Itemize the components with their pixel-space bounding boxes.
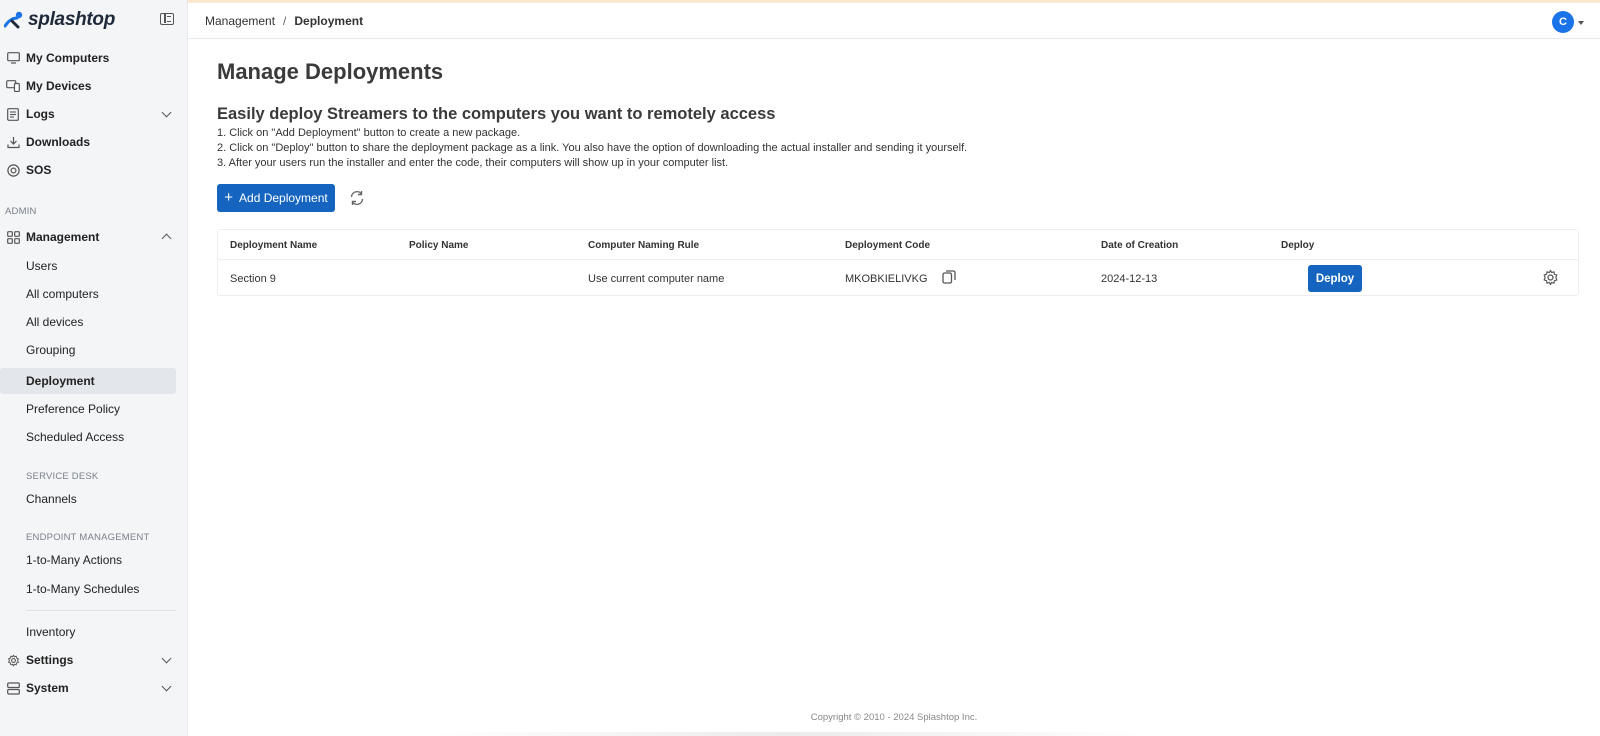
sidebar-item-downloads[interactable]: Downloads bbox=[0, 129, 176, 155]
add-deployment-button[interactable]: + Add Deployment bbox=[217, 184, 335, 212]
instruction-step: 3. After your users run the installer an… bbox=[217, 157, 729, 169]
page-title: Manage Deployments bbox=[217, 59, 444, 84]
caret-down-icon[interactable] bbox=[1578, 21, 1584, 25]
gear-icon bbox=[6, 653, 20, 667]
sidebar-item-sos[interactable]: SOS bbox=[0, 157, 176, 183]
sidebar-item-grouping[interactable]: Grouping bbox=[0, 337, 176, 363]
sidebar-item-preference-policy[interactable]: Preference Policy bbox=[0, 396, 176, 422]
sidebar-item-label: Logs bbox=[26, 107, 55, 121]
server-icon bbox=[6, 681, 20, 695]
column-header: Deploy bbox=[1281, 240, 1315, 251]
deployment-code-cell: MKOBKIELIVKG bbox=[845, 273, 928, 285]
sidebar-item-inventory[interactable]: Inventory bbox=[0, 619, 176, 645]
monitor-icon bbox=[6, 51, 20, 65]
sidebar-collapse-icon[interactable] bbox=[160, 13, 174, 25]
footer-shadow bbox=[428, 732, 1148, 736]
sidebar-item-label: My Computers bbox=[26, 51, 110, 65]
column-header[interactable]: Date of Creation bbox=[1101, 240, 1178, 251]
splashtop-logo-icon bbox=[4, 11, 23, 29]
sidebar-item-system[interactable]: System bbox=[0, 675, 176, 701]
sidebar-item-my-computers[interactable]: My Computers bbox=[0, 45, 176, 71]
grid-icon bbox=[6, 230, 20, 244]
sos-icon bbox=[6, 163, 20, 177]
sidebar-divider bbox=[26, 610, 176, 611]
sidebar-item-1-to-many-actions[interactable]: 1-to-Many Actions bbox=[0, 547, 176, 573]
breadcrumb: Management / Deployment bbox=[205, 14, 363, 28]
refresh-icon[interactable] bbox=[348, 189, 366, 207]
sidebar-item-label: SOS bbox=[26, 163, 52, 177]
service-desk-section-label: SERVICE DESK bbox=[26, 471, 99, 482]
sidebar-item-label: Management bbox=[26, 230, 100, 244]
table-header: Deployment Name Policy Name Computer Nam… bbox=[218, 230, 1578, 260]
sidebar-item-channels[interactable]: Channels bbox=[0, 486, 176, 512]
page-subtitle: Easily deploy Streamers to the computers… bbox=[217, 105, 776, 123]
sidebar-item-1-to-many-schedules[interactable]: 1-to-Many Schedules bbox=[0, 576, 176, 602]
chevron-down-icon[interactable] bbox=[161, 107, 172, 118]
sidebar-item-settings[interactable]: Settings bbox=[0, 647, 176, 673]
naming-rule-cell: Use current computer name bbox=[588, 273, 725, 285]
chevron-down-icon[interactable] bbox=[161, 681, 172, 692]
sidebar-item-logs[interactable]: Logs bbox=[0, 101, 176, 127]
plus-icon: + bbox=[224, 189, 234, 206]
date-created-cell: 2024-12-13 bbox=[1101, 273, 1158, 285]
chevron-down-icon[interactable] bbox=[161, 653, 172, 664]
logs-icon bbox=[6, 107, 20, 121]
column-header[interactable]: Deployment Code bbox=[845, 240, 930, 251]
sidebar-item-label: Settings bbox=[26, 653, 74, 667]
devices-icon bbox=[6, 79, 20, 93]
instruction-step: 2. Click on "Deploy" button to share the… bbox=[217, 142, 968, 154]
deployment-name-cell: Section 9 bbox=[230, 273, 276, 285]
sidebar-item-management[interactable]: Management bbox=[0, 224, 176, 250]
copy-icon[interactable] bbox=[942, 270, 956, 284]
sidebar-item-label: Downloads bbox=[26, 135, 91, 149]
logo-row: splashtop bbox=[0, 0, 187, 40]
column-header[interactable]: Computer Naming Rule bbox=[588, 240, 699, 251]
instruction-step: 1. Click on "Add Deployment" button to c… bbox=[217, 127, 521, 139]
breadcrumb-management[interactable]: Management bbox=[205, 14, 275, 28]
sidebar-item-my-devices[interactable]: My Devices bbox=[0, 73, 176, 99]
column-header[interactable]: Policy Name bbox=[409, 240, 468, 251]
sidebar-item-users[interactable]: Users bbox=[0, 253, 176, 279]
main-content: Manage Deployments Easily deploy Streame… bbox=[188, 39, 1600, 736]
endpoint-section-label: ENDPOINT MANAGEMENT bbox=[26, 532, 150, 543]
sidebar-item-deployment[interactable]: Deployment bbox=[0, 368, 176, 394]
sidebar: splashtop My Computers My Devices Logs D… bbox=[0, 0, 188, 736]
user-avatar[interactable]: C bbox=[1552, 11, 1574, 33]
footer-copyright: Copyright © 2010 - 2024 Splashtop Inc. bbox=[810, 712, 978, 723]
sidebar-item-all-computers[interactable]: All computers bbox=[0, 281, 176, 307]
download-icon bbox=[6, 135, 20, 149]
deploy-button[interactable]: Deploy bbox=[1308, 265, 1362, 292]
gear-icon[interactable] bbox=[1542, 269, 1559, 286]
add-deployment-label: Add Deployment bbox=[239, 191, 328, 205]
admin-section-label: ADMIN bbox=[5, 206, 37, 217]
deployments-table: Deployment Name Policy Name Computer Nam… bbox=[217, 229, 1579, 296]
sidebar-item-all-devices[interactable]: All devices bbox=[0, 309, 176, 335]
breadcrumb-separator: / bbox=[283, 13, 287, 28]
splashtop-logo[interactable]: splashtop bbox=[4, 9, 115, 31]
logo-text: splashtop bbox=[28, 9, 116, 30]
topbar: Management / Deployment C bbox=[188, 0, 1600, 39]
sidebar-item-scheduled-access[interactable]: Scheduled Access bbox=[0, 424, 176, 450]
chevron-up-icon[interactable] bbox=[161, 233, 172, 244]
sidebar-item-label: System bbox=[26, 681, 69, 695]
sidebar-item-label: My Devices bbox=[26, 79, 92, 93]
column-header[interactable]: Deployment Name bbox=[230, 240, 317, 251]
breadcrumb-deployment: Deployment bbox=[294, 13, 364, 28]
